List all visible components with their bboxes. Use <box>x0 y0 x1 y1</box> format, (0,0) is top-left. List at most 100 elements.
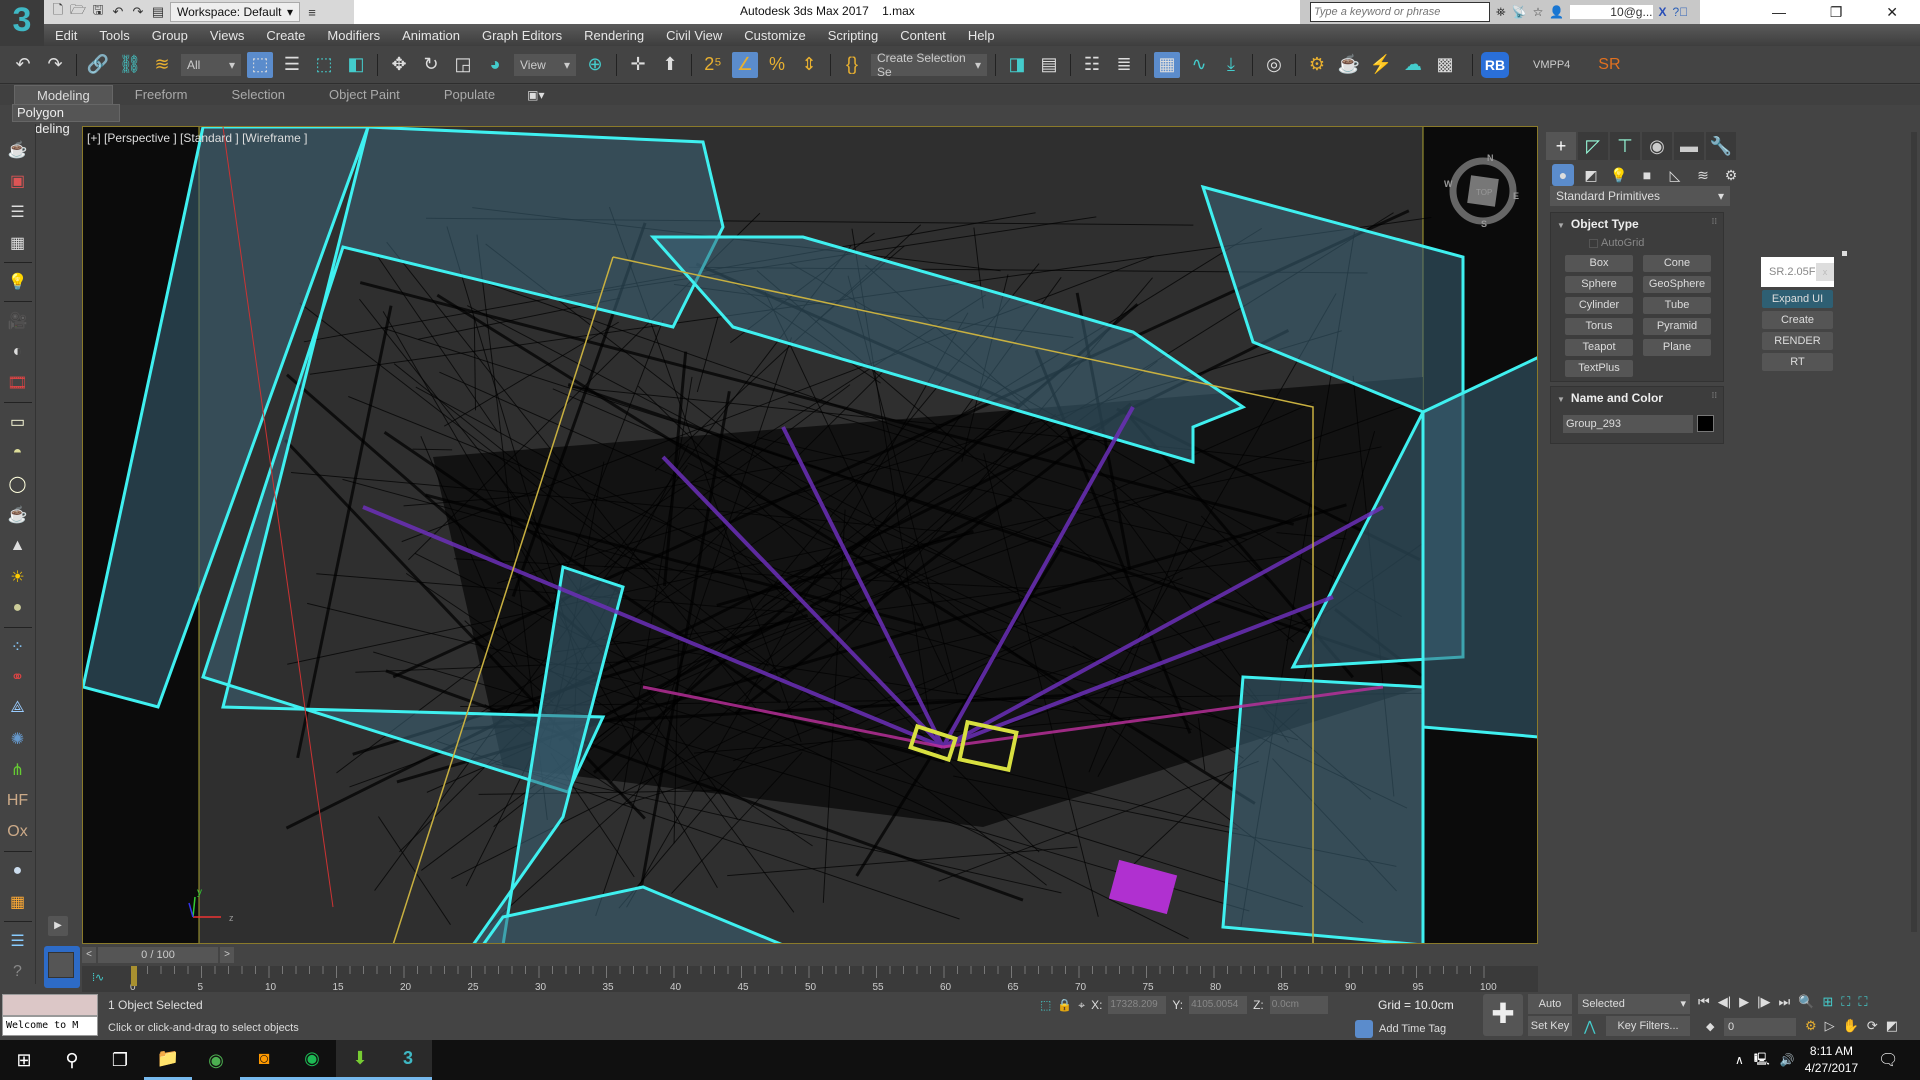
viewport-label-menu[interactable]: [+] [Perspective ] [Standard ] [Wirefram… <box>87 131 307 145</box>
time-tag[interactable]: Add Time Tag <box>1355 1020 1446 1038</box>
chrome-icon[interactable]: ◉ <box>192 1040 240 1080</box>
menu-customize[interactable]: Customize <box>733 28 816 43</box>
x-field[interactable]: 17328.209 <box>1108 996 1167 1014</box>
isolate-selection-icon[interactable]: ⬚ <box>1040 998 1051 1012</box>
modify-tab-icon[interactable]: ◸ <box>1578 132 1608 160</box>
next-frame-button[interactable]: > <box>220 947 234 963</box>
utilities-tab-icon[interactable]: 🔧 <box>1706 132 1736 160</box>
key-mode-toggle-icon[interactable]: ◆ <box>1706 1020 1714 1033</box>
object-name-input[interactable]: Group_293 <box>1563 415 1693 433</box>
viewcube[interactable]: TOP N S E W <box>1443 151 1523 231</box>
expand-ui-button[interactable]: Expand UI <box>1762 290 1833 308</box>
menu-create[interactable]: Create <box>255 28 316 43</box>
box-button[interactable]: Box <box>1565 255 1633 272</box>
search-icon[interactable]: ⚲ <box>48 1040 96 1080</box>
current-frame-marker[interactable] <box>131 966 137 986</box>
redo-icon[interactable]: ↷ <box>42 52 68 78</box>
expand-viewport-layout-button[interactable]: ▶ <box>48 916 68 936</box>
menu-civil-view[interactable]: Civil View <box>655 28 733 43</box>
maxscript-listener-output[interactable] <box>2 994 98 1016</box>
menu-modifiers[interactable]: Modifiers <box>316 28 391 43</box>
plane-light-icon[interactable]: ▭ <box>6 410 30 434</box>
task-view-icon[interactable]: ❐ <box>96 1040 144 1080</box>
help-icon[interactable]: ? <box>6 960 30 984</box>
placement-icon[interactable]: ◕ <box>482 52 508 78</box>
network-icon[interactable]: 🖳 <box>1754 1050 1770 1071</box>
menu-help[interactable]: Help <box>957 28 1006 43</box>
camera-sequencer-icon[interactable]: 🎞 <box>6 371 30 395</box>
restore-button[interactable]: ❐ <box>1830 4 1843 21</box>
unlink-icon[interactable]: ⛓ <box>117 52 143 78</box>
scale-icon[interactable]: ◲ <box>450 52 476 78</box>
next-key-icon[interactable]: |▶ <box>1757 994 1770 1010</box>
undo-icon[interactable]: ↶ <box>110 4 126 20</box>
cameras-icon[interactable]: ■ <box>1636 164 1658 186</box>
exchange-icon[interactable]: X <box>1659 5 1667 19</box>
app-menu-button[interactable]: 3 <box>0 0 44 46</box>
auto-key-button[interactable]: Auto Key <box>1528 994 1572 1030</box>
save-icon[interactable]: 🖫 <box>90 1 106 23</box>
mesh-light-icon[interactable]: ☕ <box>6 503 30 527</box>
search-input[interactable] <box>1310 2 1490 22</box>
spacewarps-icon[interactable]: ≋ <box>1692 164 1714 186</box>
rotate-icon[interactable]: ↻ <box>418 52 444 78</box>
sr-render-button[interactable]: RENDER <box>1762 332 1833 350</box>
orbit-icon[interactable]: ⟳ <box>1867 1018 1878 1034</box>
layer-explorer-icon[interactable]: ≣ <box>1111 52 1137 78</box>
mini-curve-editor-toggle[interactable] <box>44 946 80 988</box>
cone-light-icon[interactable]: ▲ <box>6 534 30 558</box>
display-tab-icon[interactable]: ▬ <box>1674 132 1704 160</box>
new-file-icon[interactable]: 🗋 <box>50 1 66 23</box>
menu-group[interactable]: Group <box>141 28 199 43</box>
object-color-swatch[interactable] <box>1697 415 1714 432</box>
fov-icon[interactable]: ▷ <box>1825 1018 1835 1034</box>
scene-explorer-icon[interactable]: ☷ <box>1079 52 1105 78</box>
lights-icon[interactable]: 💡 <box>1608 164 1630 186</box>
menu-scripting[interactable]: Scripting <box>817 28 890 43</box>
goto-start-icon[interactable]: ⏮ <box>1698 994 1710 1010</box>
render-frame-icon[interactable]: ▣ <box>6 169 30 193</box>
select-object-icon[interactable]: ⬚ <box>247 51 273 78</box>
ribbon-options-icon[interactable]: ▣▾ <box>527 88 544 102</box>
name-and-color-header[interactable]: ▼ Name and Color ⁞⁞ <box>1551 387 1723 409</box>
teapot-icon[interactable]: ☕ <box>6 138 30 162</box>
edit-named-selection-icon[interactable]: {} <box>839 52 865 78</box>
drag-handle-icon[interactable]: ⁞⁞ <box>1712 391 1717 405</box>
reference-coord-dropdown[interactable]: View ▾ <box>514 53 576 76</box>
cylinder-button[interactable]: Cylinder <box>1565 297 1633 314</box>
menu-graph-editors[interactable]: Graph Editors <box>471 28 573 43</box>
list-icon[interactable]: ☰ <box>6 200 30 224</box>
light-lister-icon[interactable]: 💡 <box>6 270 30 294</box>
uc-browser-icon[interactable]: ◙ <box>240 1040 288 1080</box>
select-by-name-icon[interactable]: ☰ <box>279 52 305 78</box>
shapes-icon[interactable]: ◩ <box>1580 164 1602 186</box>
spinner-snap-icon[interactable]: ⇕ <box>796 52 822 78</box>
zoom-extents-all-icon[interactable]: ⛶ <box>1858 994 1867 1010</box>
star-icon[interactable]: ☆ <box>1533 5 1544 19</box>
workspace-dropdown[interactable]: Workspace: Default ▾ <box>170 2 300 22</box>
zoom-extents-icon[interactable]: ⛶ <box>1841 994 1850 1010</box>
sr-close-button[interactable]: x <box>1816 263 1834 281</box>
motion-tab-icon[interactable]: ◉ <box>1642 132 1672 160</box>
pyramid-button[interactable]: Pyramid <box>1643 318 1711 335</box>
goto-end-icon[interactable]: ⏭ <box>1778 994 1790 1010</box>
menu-edit[interactable]: Edit <box>44 28 88 43</box>
maxscript-listener-input[interactable]: Welcome to M <box>2 1016 98 1036</box>
render-gallery-icon[interactable]: ▩ <box>1432 52 1458 78</box>
volume-icon[interactable]: 🔊 <box>1780 1053 1795 1067</box>
primitive-type-dropdown[interactable]: Standard Primitives ▾ <box>1550 186 1730 206</box>
mirror-icon[interactable]: ◨ <box>1004 52 1030 78</box>
sphere-light-icon[interactable]: ● <box>6 596 30 620</box>
minimize-button[interactable]: — <box>1772 4 1786 20</box>
geometry-icon[interactable]: ● <box>1552 164 1574 186</box>
disc-light-icon[interactable]: ◯ <box>6 472 30 496</box>
project-icon[interactable]: ▤ <box>150 4 166 20</box>
spotify-icon[interactable]: ◉ <box>288 1040 336 1080</box>
open-file-icon[interactable]: 🗁 <box>70 1 86 23</box>
idm-icon[interactable]: ⬇ <box>336 1040 384 1080</box>
3dsmax-taskbar-icon[interactable]: 3 <box>384 1040 432 1080</box>
hierarchy-tab-icon[interactable]: ⊤ <box>1610 132 1640 160</box>
tab-object-paint[interactable]: Object Paint <box>307 85 422 105</box>
key-filters-button[interactable]: Key Filters... <box>1606 1016 1690 1036</box>
tab-selection[interactable]: Selection <box>210 85 307 105</box>
